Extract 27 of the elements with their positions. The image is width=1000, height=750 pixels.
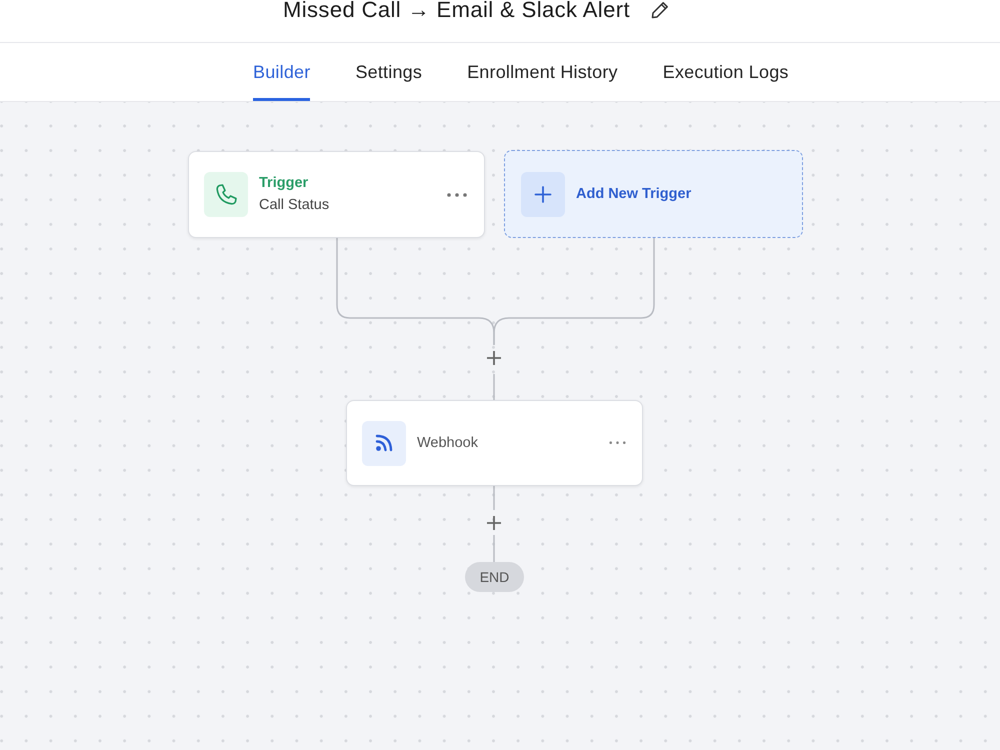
workflow-title: Missed Call → Email & Slack Alert bbox=[283, 0, 630, 19]
add-step-button[interactable] bbox=[486, 350, 502, 366]
plus-icon bbox=[521, 172, 565, 216]
connector-line bbox=[493, 374, 495, 400]
tab[interactable]: Enrollment History bbox=[467, 43, 618, 101]
step-card[interactable]: Webhook bbox=[346, 400, 643, 486]
plus-icon bbox=[486, 515, 502, 531]
tab[interactable]: Settings bbox=[355, 43, 422, 101]
trigger-label: Trigger bbox=[259, 174, 310, 193]
plus-icon bbox=[486, 350, 502, 366]
connector-line bbox=[493, 486, 495, 510]
phone-icon bbox=[204, 172, 248, 217]
ellipsis-icon bbox=[609, 441, 626, 445]
tab[interactable]: Execution Logs bbox=[662, 43, 789, 101]
trigger-card[interactable]: Trigger Call Status bbox=[188, 151, 485, 238]
end-node: END bbox=[465, 562, 524, 592]
add-step-button[interactable] bbox=[486, 515, 502, 531]
step-label: Webhook bbox=[417, 435, 478, 451]
more-options-button[interactable] bbox=[447, 192, 467, 196]
connector-line bbox=[493, 535, 495, 562]
rss-icon bbox=[362, 420, 406, 466]
pencil-icon bbox=[650, 1, 669, 19]
trigger-event: Call Status bbox=[259, 196, 330, 215]
more-options-button[interactable] bbox=[609, 441, 626, 445]
add-trigger-button[interactable]: Add New Trigger bbox=[504, 150, 803, 238]
ellipsis-icon bbox=[447, 192, 467, 196]
edit-title-button[interactable] bbox=[650, 1, 669, 19]
